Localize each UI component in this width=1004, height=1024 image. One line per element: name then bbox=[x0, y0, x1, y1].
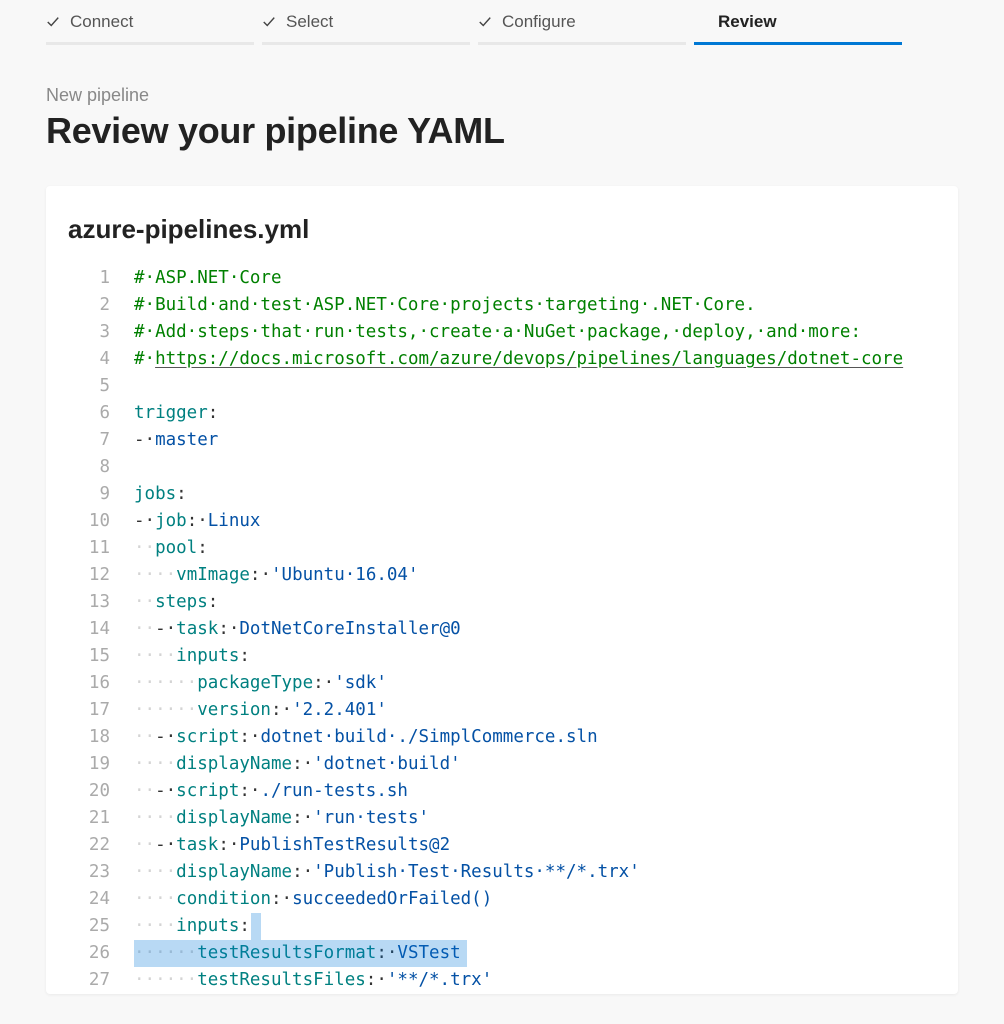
line-number: 22 bbox=[68, 832, 134, 859]
line-number: 25 bbox=[68, 913, 134, 940]
code-content[interactable]: ······packageType:·'sdk' bbox=[134, 670, 936, 697]
code-line[interactable]: 10-·job:·Linux bbox=[68, 508, 936, 535]
line-number: 2 bbox=[68, 292, 134, 319]
line-number: 6 bbox=[68, 400, 134, 427]
code-editor[interactable]: 1#·ASP.NET·Core2#·Build·and·test·ASP.NET… bbox=[68, 265, 936, 994]
code-content[interactable]: ····inputs: bbox=[134, 643, 936, 670]
line-number: 23 bbox=[68, 859, 134, 886]
line-number: 24 bbox=[68, 886, 134, 913]
line-number: 10 bbox=[68, 508, 134, 535]
code-content[interactable]: #·https://docs.microsoft.com/azure/devop… bbox=[134, 346, 936, 373]
code-line[interactable]: 2#·Build·and·test·ASP.NET·Core·projects·… bbox=[68, 292, 936, 319]
code-line[interactable]: 15····inputs: bbox=[68, 643, 936, 670]
code-line[interactable]: 25····inputs: bbox=[68, 913, 936, 940]
wizard-step-label: Configure bbox=[502, 12, 576, 32]
line-number: 9 bbox=[68, 481, 134, 508]
check-icon bbox=[478, 15, 492, 29]
code-line[interactable]: 12····vmImage:·'Ubuntu·16.04' bbox=[68, 562, 936, 589]
code-line[interactable]: 21····displayName:·'run·tests' bbox=[68, 805, 936, 832]
code-content[interactable]: ··steps: bbox=[134, 589, 936, 616]
code-line[interactable]: 27······testResultsFiles:·'**/*.trx' bbox=[68, 967, 936, 994]
yaml-editor-card: azure-pipelines.yml 1#·ASP.NET·Core2#·Bu… bbox=[46, 186, 958, 994]
code-line[interactable]: 5 bbox=[68, 373, 936, 400]
code-line[interactable]: 3#·Add·steps·that·run·tests,·create·a·Nu… bbox=[68, 319, 936, 346]
code-content[interactable]: trigger: bbox=[134, 400, 936, 427]
code-content[interactable]: ····displayName:·'run·tests' bbox=[134, 805, 936, 832]
code-content[interactable]: -·master bbox=[134, 427, 936, 454]
breadcrumb: New pipeline bbox=[46, 85, 958, 106]
code-content[interactable]: ····vmImage:·'Ubuntu·16.04' bbox=[134, 562, 936, 589]
code-line[interactable]: 18··-·script:·dotnet·build·./SimplCommer… bbox=[68, 724, 936, 751]
code-line[interactable]: 14··-·task:·DotNetCoreInstaller@0 bbox=[68, 616, 936, 643]
code-content[interactable]: ··pool: bbox=[134, 535, 936, 562]
code-content[interactable]: #·Add·steps·that·run·tests,·create·a·NuG… bbox=[134, 319, 936, 346]
code-content[interactable]: ····inputs: bbox=[134, 913, 936, 940]
line-number: 1 bbox=[68, 265, 134, 292]
code-content[interactable]: ····displayName:·'Publish·Test·Results·*… bbox=[134, 859, 936, 886]
code-content[interactable]: ······testResultsFormat:·VSTest bbox=[134, 940, 936, 967]
code-content[interactable]: ······version:·'2.2.401' bbox=[134, 697, 936, 724]
code-content[interactable] bbox=[134, 454, 936, 481]
wizard-step-review[interactable]: Review bbox=[694, 12, 902, 45]
line-number: 14 bbox=[68, 616, 134, 643]
line-number: 19 bbox=[68, 751, 134, 778]
line-number: 7 bbox=[68, 427, 134, 454]
code-line[interactable]: 17······version:·'2.2.401' bbox=[68, 697, 936, 724]
code-line[interactable]: 9jobs: bbox=[68, 481, 936, 508]
code-line[interactable]: 7-·master bbox=[68, 427, 936, 454]
filename: azure-pipelines.yml bbox=[68, 214, 936, 245]
line-number: 16 bbox=[68, 670, 134, 697]
code-content[interactable]: ····displayName:·'dotnet·build' bbox=[134, 751, 936, 778]
line-number: 3 bbox=[68, 319, 134, 346]
code-line[interactable]: 22··-·task:·PublishTestResults@2 bbox=[68, 832, 936, 859]
code-line[interactable]: 4#·https://docs.microsoft.com/azure/devo… bbox=[68, 346, 936, 373]
check-icon bbox=[46, 15, 60, 29]
code-content[interactable]: ··-·script:·dotnet·build·./SimplCommerce… bbox=[134, 724, 936, 751]
check-icon bbox=[262, 15, 276, 29]
code-line[interactable]: 6trigger: bbox=[68, 400, 936, 427]
code-content[interactable]: #·ASP.NET·Core bbox=[134, 265, 936, 292]
code-line[interactable]: 16······packageType:·'sdk' bbox=[68, 670, 936, 697]
code-line[interactable]: 13··steps: bbox=[68, 589, 936, 616]
line-number: 4 bbox=[68, 346, 134, 373]
line-number: 20 bbox=[68, 778, 134, 805]
line-number: 21 bbox=[68, 805, 134, 832]
wizard-step-connect[interactable]: Connect bbox=[46, 12, 254, 45]
line-number: 12 bbox=[68, 562, 134, 589]
line-number: 13 bbox=[68, 589, 134, 616]
line-number: 15 bbox=[68, 643, 134, 670]
wizard-step-label: Connect bbox=[70, 12, 133, 32]
selection-highlight bbox=[251, 913, 261, 940]
code-content[interactable]: ····condition:·succeededOrFailed() bbox=[134, 886, 936, 913]
code-content[interactable]: ··-·task:·PublishTestResults@2 bbox=[134, 832, 936, 859]
code-content[interactable]: ··-·script:·./run-tests.sh bbox=[134, 778, 936, 805]
line-number: 18 bbox=[68, 724, 134, 751]
wizard-steps: Connect Select Configure Review bbox=[0, 0, 1004, 45]
code-line[interactable]: 26······testResultsFormat:·VSTest bbox=[68, 940, 936, 967]
code-line[interactable]: 19····displayName:·'dotnet·build' bbox=[68, 751, 936, 778]
line-number: 26 bbox=[68, 940, 134, 967]
page-title: Review your pipeline YAML bbox=[46, 110, 958, 152]
code-line[interactable]: 24····condition:·succeededOrFailed() bbox=[68, 886, 936, 913]
wizard-step-configure[interactable]: Configure bbox=[478, 12, 686, 45]
code-line[interactable]: 11··pool: bbox=[68, 535, 936, 562]
code-content[interactable]: ······testResultsFiles:·'**/*.trx' bbox=[134, 967, 936, 994]
line-number: 11 bbox=[68, 535, 134, 562]
wizard-step-label: Select bbox=[286, 12, 333, 32]
code-content[interactable]: jobs: bbox=[134, 481, 936, 508]
code-content[interactable] bbox=[134, 373, 936, 400]
wizard-step-label: Review bbox=[718, 12, 777, 32]
line-number: 27 bbox=[68, 967, 134, 994]
code-line[interactable]: 20··-·script:·./run-tests.sh bbox=[68, 778, 936, 805]
code-line[interactable]: 1#·ASP.NET·Core bbox=[68, 265, 936, 292]
code-line[interactable]: 8 bbox=[68, 454, 936, 481]
line-number: 8 bbox=[68, 454, 134, 481]
code-content[interactable]: -·job:·Linux bbox=[134, 508, 936, 535]
line-number: 17 bbox=[68, 697, 134, 724]
line-number: 5 bbox=[68, 373, 134, 400]
code-line[interactable]: 23····displayName:·'Publish·Test·Results… bbox=[68, 859, 936, 886]
code-content[interactable]: #·Build·and·test·ASP.NET·Core·projects·t… bbox=[134, 292, 936, 319]
code-content[interactable]: ··-·task:·DotNetCoreInstaller@0 bbox=[134, 616, 936, 643]
wizard-step-select[interactable]: Select bbox=[262, 12, 470, 45]
